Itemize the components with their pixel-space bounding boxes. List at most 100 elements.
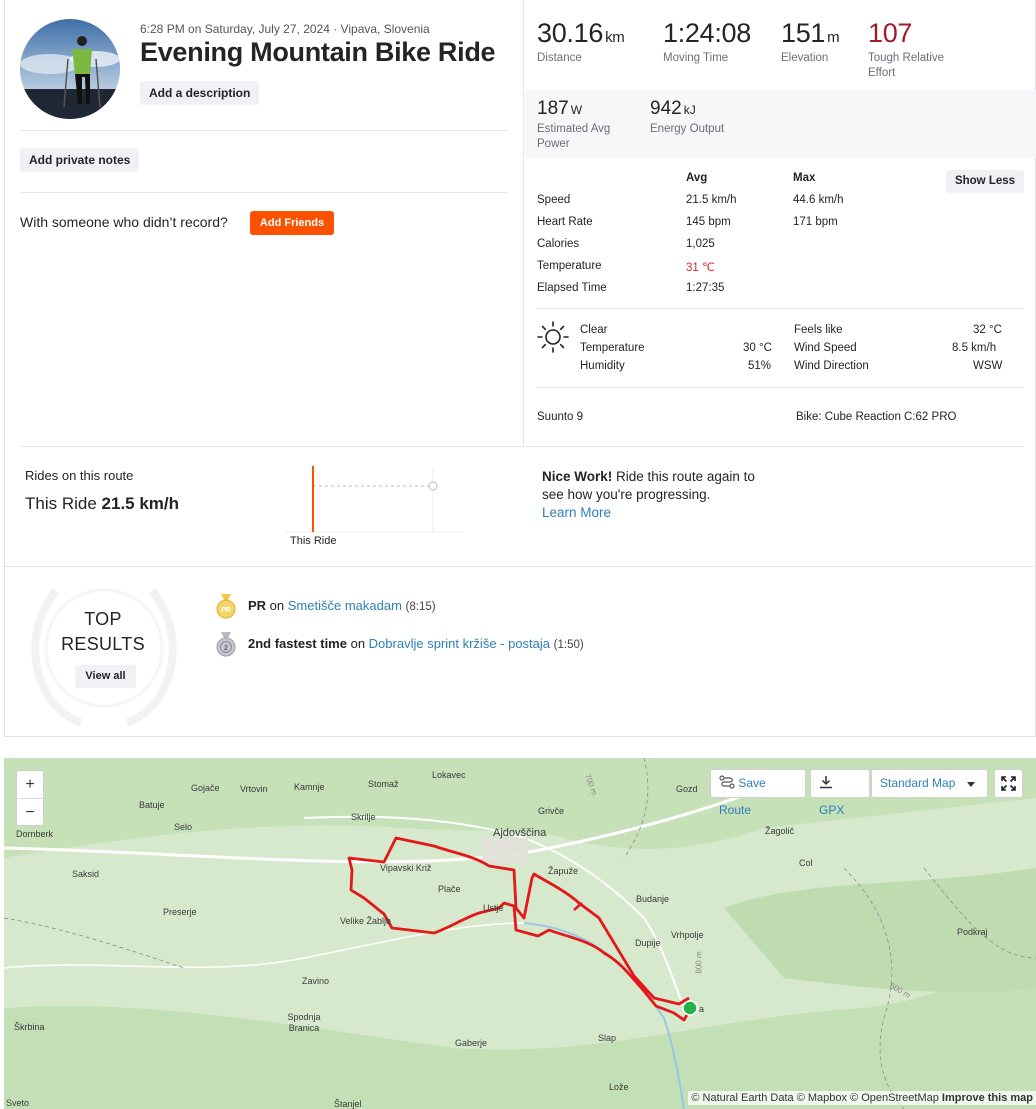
power-label-1: Estimated Avg (537, 123, 611, 135)
energy-label: Energy Output (650, 123, 725, 135)
map-place-label: Štanjel (334, 1099, 362, 1109)
map-place-label: Stomaž (368, 779, 399, 789)
relative-effort-value: 107 (868, 18, 913, 48)
with-someone-text: With someone who didn’t record? (20, 214, 228, 230)
power-label-2: Power (537, 138, 570, 150)
map-place-label: Vrhpolje (671, 930, 704, 940)
elevation-unit: m (827, 29, 840, 46)
stat-elevation: 151 m Elevation (781, 18, 840, 66)
avg-header: Avg (686, 172, 708, 184)
fullscreen-button[interactable] (994, 769, 1023, 798)
pr-result-row: PR on Smetišče makadam (8:15) (248, 598, 436, 613)
sun-icon (536, 320, 570, 354)
pr-time: (8:15) (405, 601, 436, 613)
calories-value: 1,025 (686, 238, 715, 250)
weather-temperature-label: Temperature (580, 342, 645, 354)
activity-date-location: 6:28 PM on Saturday, July 27, 2024 · Vip… (140, 22, 430, 36)
moving-time-label: Moving Time (663, 52, 729, 64)
map-attribution: © Natural Earth Data © Mapbox © OpenStre… (688, 1091, 1036, 1105)
map-type-dropdown[interactable]: Standard Map (871, 769, 988, 798)
energy-value: 942 (650, 98, 682, 119)
save-route-button[interactable]: Save Route (710, 769, 806, 817)
improve-map-link[interactable]: Improve this map (942, 1092, 1033, 1104)
weather-humidity-label: Humidity (580, 360, 625, 372)
heart-rate-label: Heart Rate (537, 216, 593, 228)
route-comparison-chart (285, 466, 463, 533)
silver-medal-icon: 2 (216, 632, 236, 663)
top-results-card: TOP RESULTS View all (4, 567, 1036, 737)
heart-rate-avg: 145 bpm (686, 216, 731, 228)
add-description-button[interactable]: Add a description (140, 81, 260, 105)
nice-work-bold: Nice Work! (542, 469, 613, 484)
top-results-title: TOP RESULTS (55, 607, 151, 657)
bike-name[interactable]: Bike: Cube Reaction C:62 PRO (796, 411, 956, 423)
zoom-in-button[interactable]: + (17, 771, 43, 798)
this-ride-speed: This Ride 21.5 km/h (25, 494, 179, 514)
elapsed-time-value: 1:27:35 (686, 282, 725, 294)
map-place-label: Slap (598, 1033, 617, 1043)
learn-more-link[interactable]: Learn More (542, 505, 611, 520)
nice-work-message: Nice Work! Ride this route again to see … (542, 468, 772, 522)
athlete-avatar[interactable] (20, 19, 120, 119)
map-place-label: Lože (609, 1082, 629, 1092)
map-place-label: Dornberk (16, 829, 54, 839)
map-type-label: Standard Map (880, 776, 956, 790)
view-all-button[interactable]: View all (75, 665, 136, 688)
elevation-label: Elevation (781, 52, 829, 64)
relative-effort-label-1: Tough Relative (868, 52, 945, 64)
calories-label: Calories (537, 238, 580, 250)
rides-on-route-label: Rides on this route (25, 468, 134, 483)
map-place-label: Batuje (139, 800, 165, 810)
map-place-label: Ustje (483, 903, 504, 913)
speed-label: Speed (537, 194, 571, 206)
map-place-label: Kamnje (294, 782, 325, 792)
add-private-notes-button[interactable]: Add private notes (20, 148, 140, 172)
silver-badge-text: 2 (224, 645, 228, 652)
pr-on: on (266, 598, 288, 613)
activity-title: Evening Mountain Bike Ride (140, 37, 496, 67)
stat-moving-time: 1:24:08 Moving Time (663, 18, 751, 66)
map-place-label: Skrilje (351, 812, 376, 822)
stat-power: 187 W Estimated Avg Power (537, 98, 610, 152)
weather-temperature-value: 30 °C (743, 342, 772, 354)
wind-speed-value: 8.5 km/h (952, 342, 997, 354)
map-place-label: Žapuže (548, 866, 579, 876)
map-place-label: Vipavski Križ (380, 863, 432, 873)
stat-distance: 30.16 km Distance (537, 18, 625, 66)
pr-segment-link[interactable]: Smetišče makadam (288, 598, 402, 613)
distance-unit: km (605, 29, 625, 46)
energy-unit: kJ (683, 103, 696, 117)
distance-label: Distance (537, 52, 582, 64)
elevation-value: 151 (781, 18, 826, 48)
map-place-label: Vrtovin (240, 784, 268, 794)
stat-relative-effort[interactable]: 107 Tough Relative Effort (868, 18, 944, 81)
second-fastest-segment-link[interactable]: Dobravlje sprint kržiše - postaja (369, 636, 550, 651)
show-less-button[interactable]: Show Less (946, 170, 1024, 193)
route-icon (719, 775, 735, 789)
power-value: 187 (537, 98, 569, 119)
this-ride-prefix: This Ride (25, 494, 97, 513)
chart-this-ride-label: This Ride (290, 535, 337, 547)
route-start-marker (682, 1000, 698, 1016)
divider (20, 192, 508, 193)
route-line (347, 836, 698, 1022)
map-place-label: a (699, 1004, 705, 1014)
top-results-title-1: TOP (84, 609, 122, 629)
wind-direction-label: Wind Direction (794, 360, 869, 372)
map-place-label: Sveto (6, 1098, 30, 1108)
zoom-out-button[interactable]: − (17, 798, 43, 825)
divider (20, 446, 1024, 447)
wind-direction-value: WSW (973, 360, 1003, 372)
map-place-label: Žagolič (765, 826, 795, 836)
map-place-label: Col (799, 858, 813, 868)
map-place-label: Preserje (163, 907, 197, 917)
elapsed-time-label: Elapsed Time (537, 282, 607, 294)
gpx-button[interactable]: GPX (810, 769, 870, 817)
top-results-title-2: RESULTS (61, 634, 145, 654)
power-unit: W (570, 103, 583, 117)
map-attribution-text[interactable]: © Natural Earth Data © Mapbox © OpenStre… (691, 1092, 942, 1104)
stats-panel (523, 0, 1036, 447)
map-place-label: Ajdovščina (493, 827, 547, 839)
add-friends-button[interactable]: Add Friends (250, 211, 334, 235)
route-map[interactable]: Lokavec Gojače Vrtovin Kamnje Stomaž Bat… (4, 758, 1036, 1109)
